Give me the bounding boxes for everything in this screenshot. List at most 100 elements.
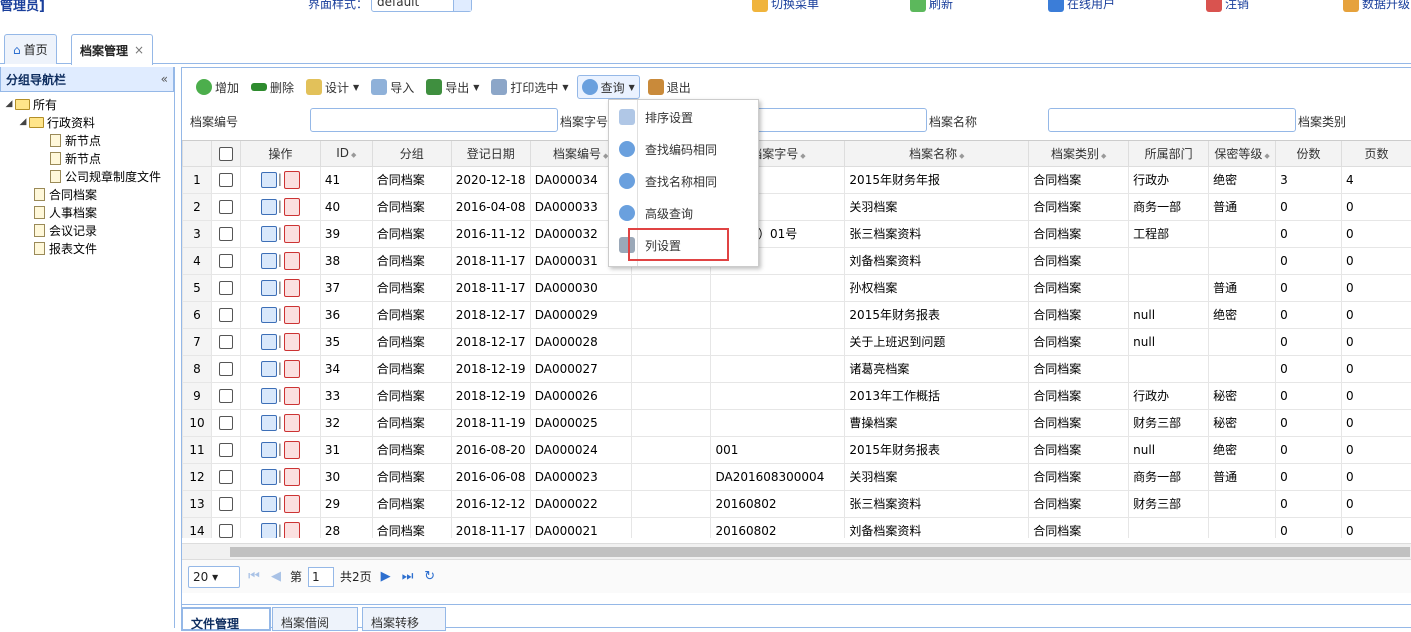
archive-name-input[interactable] (1048, 108, 1296, 132)
last-page-icon[interactable]: ⏭ (400, 569, 416, 584)
row-checkbox[interactable] (211, 301, 240, 328)
delete-icon[interactable] (284, 279, 300, 297)
tree-node-personnel[interactable]: 人事档案 (0, 203, 174, 221)
delete-icon[interactable] (284, 414, 300, 432)
tree-node-admin[interactable]: ◢行政资料 (0, 113, 174, 131)
delete-button[interactable]: 删除 (247, 75, 298, 99)
collapse-icon[interactable]: « (161, 72, 168, 86)
row-checkbox[interactable] (211, 490, 240, 517)
delete-icon[interactable] (284, 522, 300, 539)
theme-select[interactable]: default (371, 0, 472, 12)
print-selected-button[interactable]: 打印选中▼ (487, 75, 572, 99)
expand-icon[interactable]: ◢ (3, 99, 15, 109)
row-checkbox[interactable] (211, 220, 240, 247)
edit-icon[interactable] (261, 442, 277, 458)
row-checkbox[interactable] (211, 247, 240, 274)
next-page-icon[interactable]: ▶ (378, 569, 394, 584)
edit-icon[interactable] (261, 415, 277, 431)
expand-icon[interactable]: ◢ (17, 117, 29, 127)
table-row[interactable]: 13|29合同档案2016-12-12DA00002220160802张三档案资… (183, 490, 1411, 517)
table-row[interactable]: 12|30合同档案2016-06-08DA000023DA20160830000… (183, 463, 1411, 490)
edit-icon[interactable] (261, 199, 277, 215)
row-checkbox[interactable] (211, 355, 240, 382)
query-button[interactable]: 查询▼ (577, 75, 640, 99)
delete-icon[interactable] (284, 360, 300, 378)
edit-icon[interactable] (261, 469, 277, 485)
edit-icon[interactable] (261, 388, 277, 404)
table-row[interactable]: 2|40合同档案2016-04-08DA000033002关羽档案合同档案商务一… (183, 193, 1411, 220)
row-checkbox[interactable] (211, 382, 240, 409)
table-row[interactable]: 11|31合同档案2016-08-20DA0000240012015年财务报表合… (183, 436, 1411, 463)
edit-icon[interactable] (261, 523, 277, 539)
table-row[interactable]: 4|38合同档案2018-11-17DA000031刘备档案资料合同档案00 (183, 247, 1411, 274)
edit-icon[interactable] (261, 280, 277, 296)
delete-icon[interactable] (284, 198, 300, 216)
export-button[interactable]: 导出▼ (422, 75, 483, 99)
tree-node-meeting[interactable]: 会议记录 (0, 221, 174, 239)
header-date[interactable]: 登记日期 (451, 141, 530, 166)
delete-icon[interactable] (284, 387, 300, 405)
menu-item-sort-settings[interactable]: 排序设置 (609, 104, 760, 130)
edit-icon[interactable] (261, 307, 277, 323)
header-id[interactable]: ID◆ (320, 141, 372, 166)
menu-item-advanced-query[interactable]: 高级查询 (609, 200, 760, 226)
tree-node-new-1[interactable]: 新节点 (0, 131, 174, 149)
delete-icon[interactable] (284, 171, 300, 189)
select-all-checkbox[interactable] (211, 141, 240, 166)
tab-archive-borrow[interactable]: 档案借阅 (272, 607, 358, 631)
table-row[interactable]: 8|34合同档案2018-12-19DA000027诸葛亮档案合同档案00 (183, 355, 1411, 382)
delete-icon[interactable] (284, 252, 300, 270)
page-size-select[interactable]: 20 ▾ (188, 566, 240, 588)
delete-icon[interactable] (284, 495, 300, 513)
table-row[interactable]: 7|35合同档案2018-12-17DA000028关于上班迟到问题合同档案nu… (183, 328, 1411, 355)
prev-page-icon[interactable]: ◀ (268, 569, 284, 584)
header-pages[interactable]: 页数 (1341, 141, 1411, 166)
first-page-icon[interactable]: ⏮ (246, 569, 262, 584)
logout-link[interactable]: 注销 (1206, 0, 1249, 12)
tab-file-management[interactable]: 文件管理 (181, 607, 271, 631)
edit-icon[interactable] (261, 226, 277, 242)
horizontal-scrollbar[interactable] (182, 543, 1411, 559)
table-row[interactable]: 5|37合同档案2018-11-17DA000030孙权档案合同档案普通00 (183, 274, 1411, 301)
exit-button[interactable]: 退出 (644, 75, 695, 99)
tree-node-contract[interactable]: 合同档案 (0, 185, 174, 203)
header-archive-name[interactable]: 档案名称◆ (845, 141, 1029, 166)
design-button[interactable]: 设计▼ (302, 75, 363, 99)
row-checkbox[interactable] (211, 193, 240, 220)
table-row[interactable]: 9|33合同档案2018-12-19DA0000262013年工作概括合同档案行… (183, 382, 1411, 409)
tab-archive-management[interactable]: 档案管理× (71, 34, 153, 65)
refresh-link[interactable]: 刷新 (910, 0, 953, 12)
scrollbar-thumb[interactable] (230, 547, 1410, 557)
edit-icon[interactable] (261, 172, 277, 188)
edit-icon[interactable] (261, 496, 277, 512)
header-department[interactable]: 所属部门 (1129, 141, 1209, 166)
row-checkbox[interactable] (211, 328, 240, 355)
tree-node-new-2[interactable]: 新节点 (0, 149, 174, 167)
row-checkbox[interactable] (211, 166, 240, 193)
header-category[interactable]: 档案类别◆ (1029, 141, 1129, 166)
row-checkbox[interactable] (211, 409, 240, 436)
tree-node-all[interactable]: ◢所有 (0, 95, 174, 113)
tree-node-report[interactable]: 报表文件 (0, 239, 174, 257)
row-checkbox[interactable] (211, 274, 240, 301)
row-checkbox[interactable] (211, 436, 240, 463)
add-button[interactable]: 增加 (192, 75, 243, 99)
tab-home[interactable]: ⌂首页 (4, 34, 57, 64)
import-button[interactable]: 导入 (367, 75, 418, 99)
page-number-input[interactable]: 1 (308, 567, 334, 587)
edit-icon[interactable] (261, 361, 277, 377)
edit-icon[interactable] (261, 253, 277, 269)
menu-item-find-same-code[interactable]: 查找编码相同 (609, 136, 760, 162)
close-icon[interactable]: × (134, 43, 144, 57)
table-row[interactable]: 6|36合同档案2018-12-17DA0000292015年财务报表合同档案n… (183, 301, 1411, 328)
delete-icon[interactable] (284, 468, 300, 486)
delete-icon[interactable] (284, 333, 300, 351)
online-users-link[interactable]: 在线用户 (1048, 0, 1115, 12)
tab-archive-transfer[interactable]: 档案转移 (362, 607, 446, 631)
header-secrecy[interactable]: 保密等级◆ (1209, 141, 1276, 166)
reload-icon[interactable]: ↻ (422, 569, 438, 584)
archive-no-input[interactable] (310, 108, 558, 132)
header-copies[interactable]: 份数 (1276, 141, 1342, 166)
delete-icon[interactable] (284, 441, 300, 459)
tree-node-rules[interactable]: 公司规章制度文件 (0, 167, 174, 185)
